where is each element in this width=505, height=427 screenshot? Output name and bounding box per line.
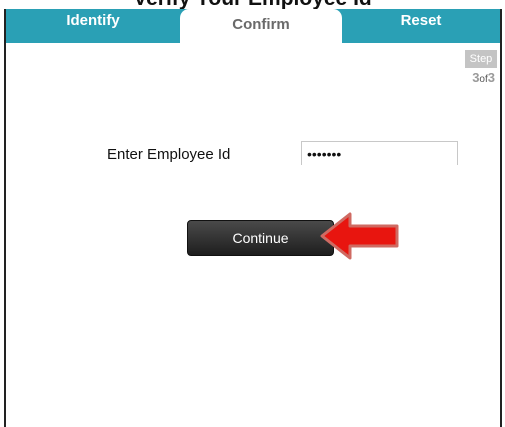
step-total: 3 bbox=[487, 70, 495, 85]
tab-reset[interactable]: Reset bbox=[342, 6, 500, 40]
step-counter: 3of3 bbox=[472, 70, 495, 85]
tab-identify[interactable]: Identify bbox=[6, 6, 180, 40]
step-badge: Step bbox=[465, 50, 497, 68]
step-of-label: of bbox=[479, 74, 488, 85]
continue-button[interactable]: Continue bbox=[187, 220, 334, 256]
employee-id-label: Enter Employee Id bbox=[107, 146, 231, 163]
page-root: Verify Your Employee Id Identify Confirm… bbox=[0, 0, 505, 427]
wizard-tab-bar: Identify Confirm Reset bbox=[4, 6, 502, 49]
confirm-panel: Step 3of3 Enter Employee Id Continue bbox=[4, 43, 502, 427]
red-arrow-icon bbox=[320, 212, 399, 260]
employee-id-field[interactable] bbox=[301, 141, 458, 165]
